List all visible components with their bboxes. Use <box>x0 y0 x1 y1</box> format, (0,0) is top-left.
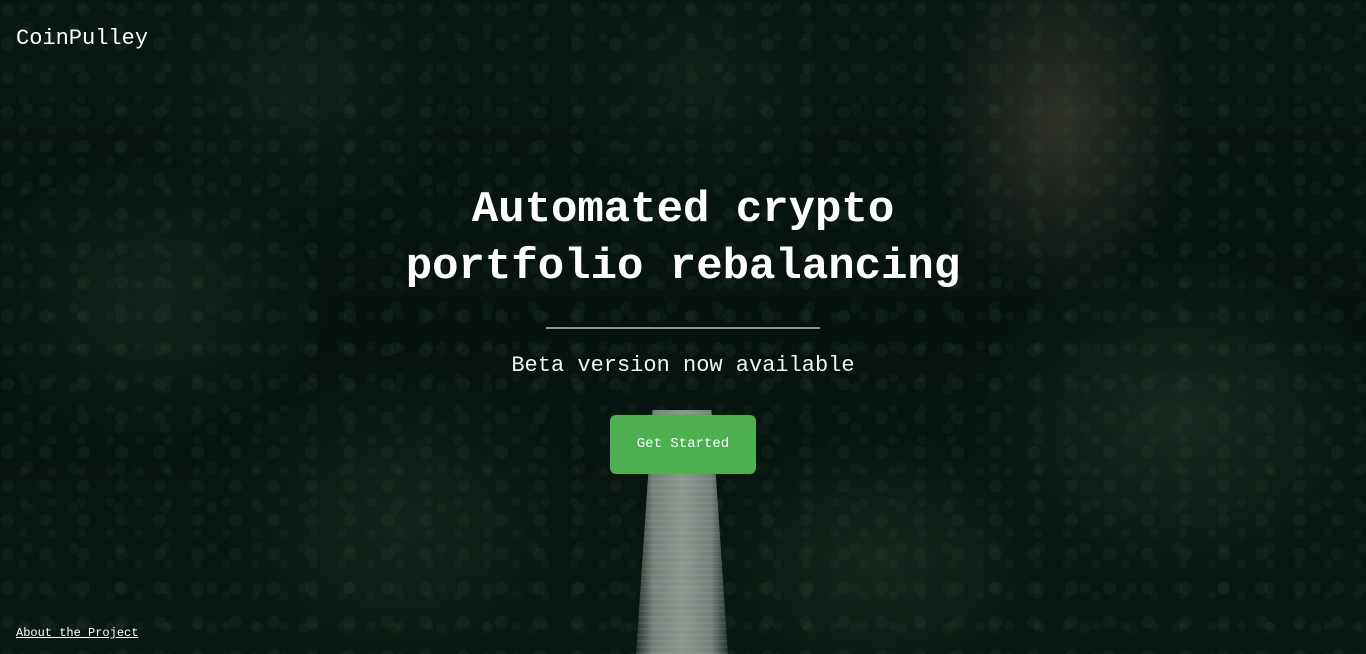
hero-headline-line-2: portfolio rebalancing <box>405 242 961 292</box>
hero-headline-line-1: Automated crypto <box>471 185 895 235</box>
about-project-link[interactable]: About the Project <box>16 625 138 641</box>
hero-divider <box>546 327 820 329</box>
hero-tagline: Beta version now available <box>511 353 855 378</box>
brand-logo-link[interactable]: CoinPulley <box>16 26 148 52</box>
hero-headline: Automated crypto portfolio rebalancing <box>333 182 1033 296</box>
get-started-button[interactable]: Get Started <box>610 415 756 474</box>
hero-section: Automated crypto portfolio rebalancing B… <box>0 182 1366 474</box>
